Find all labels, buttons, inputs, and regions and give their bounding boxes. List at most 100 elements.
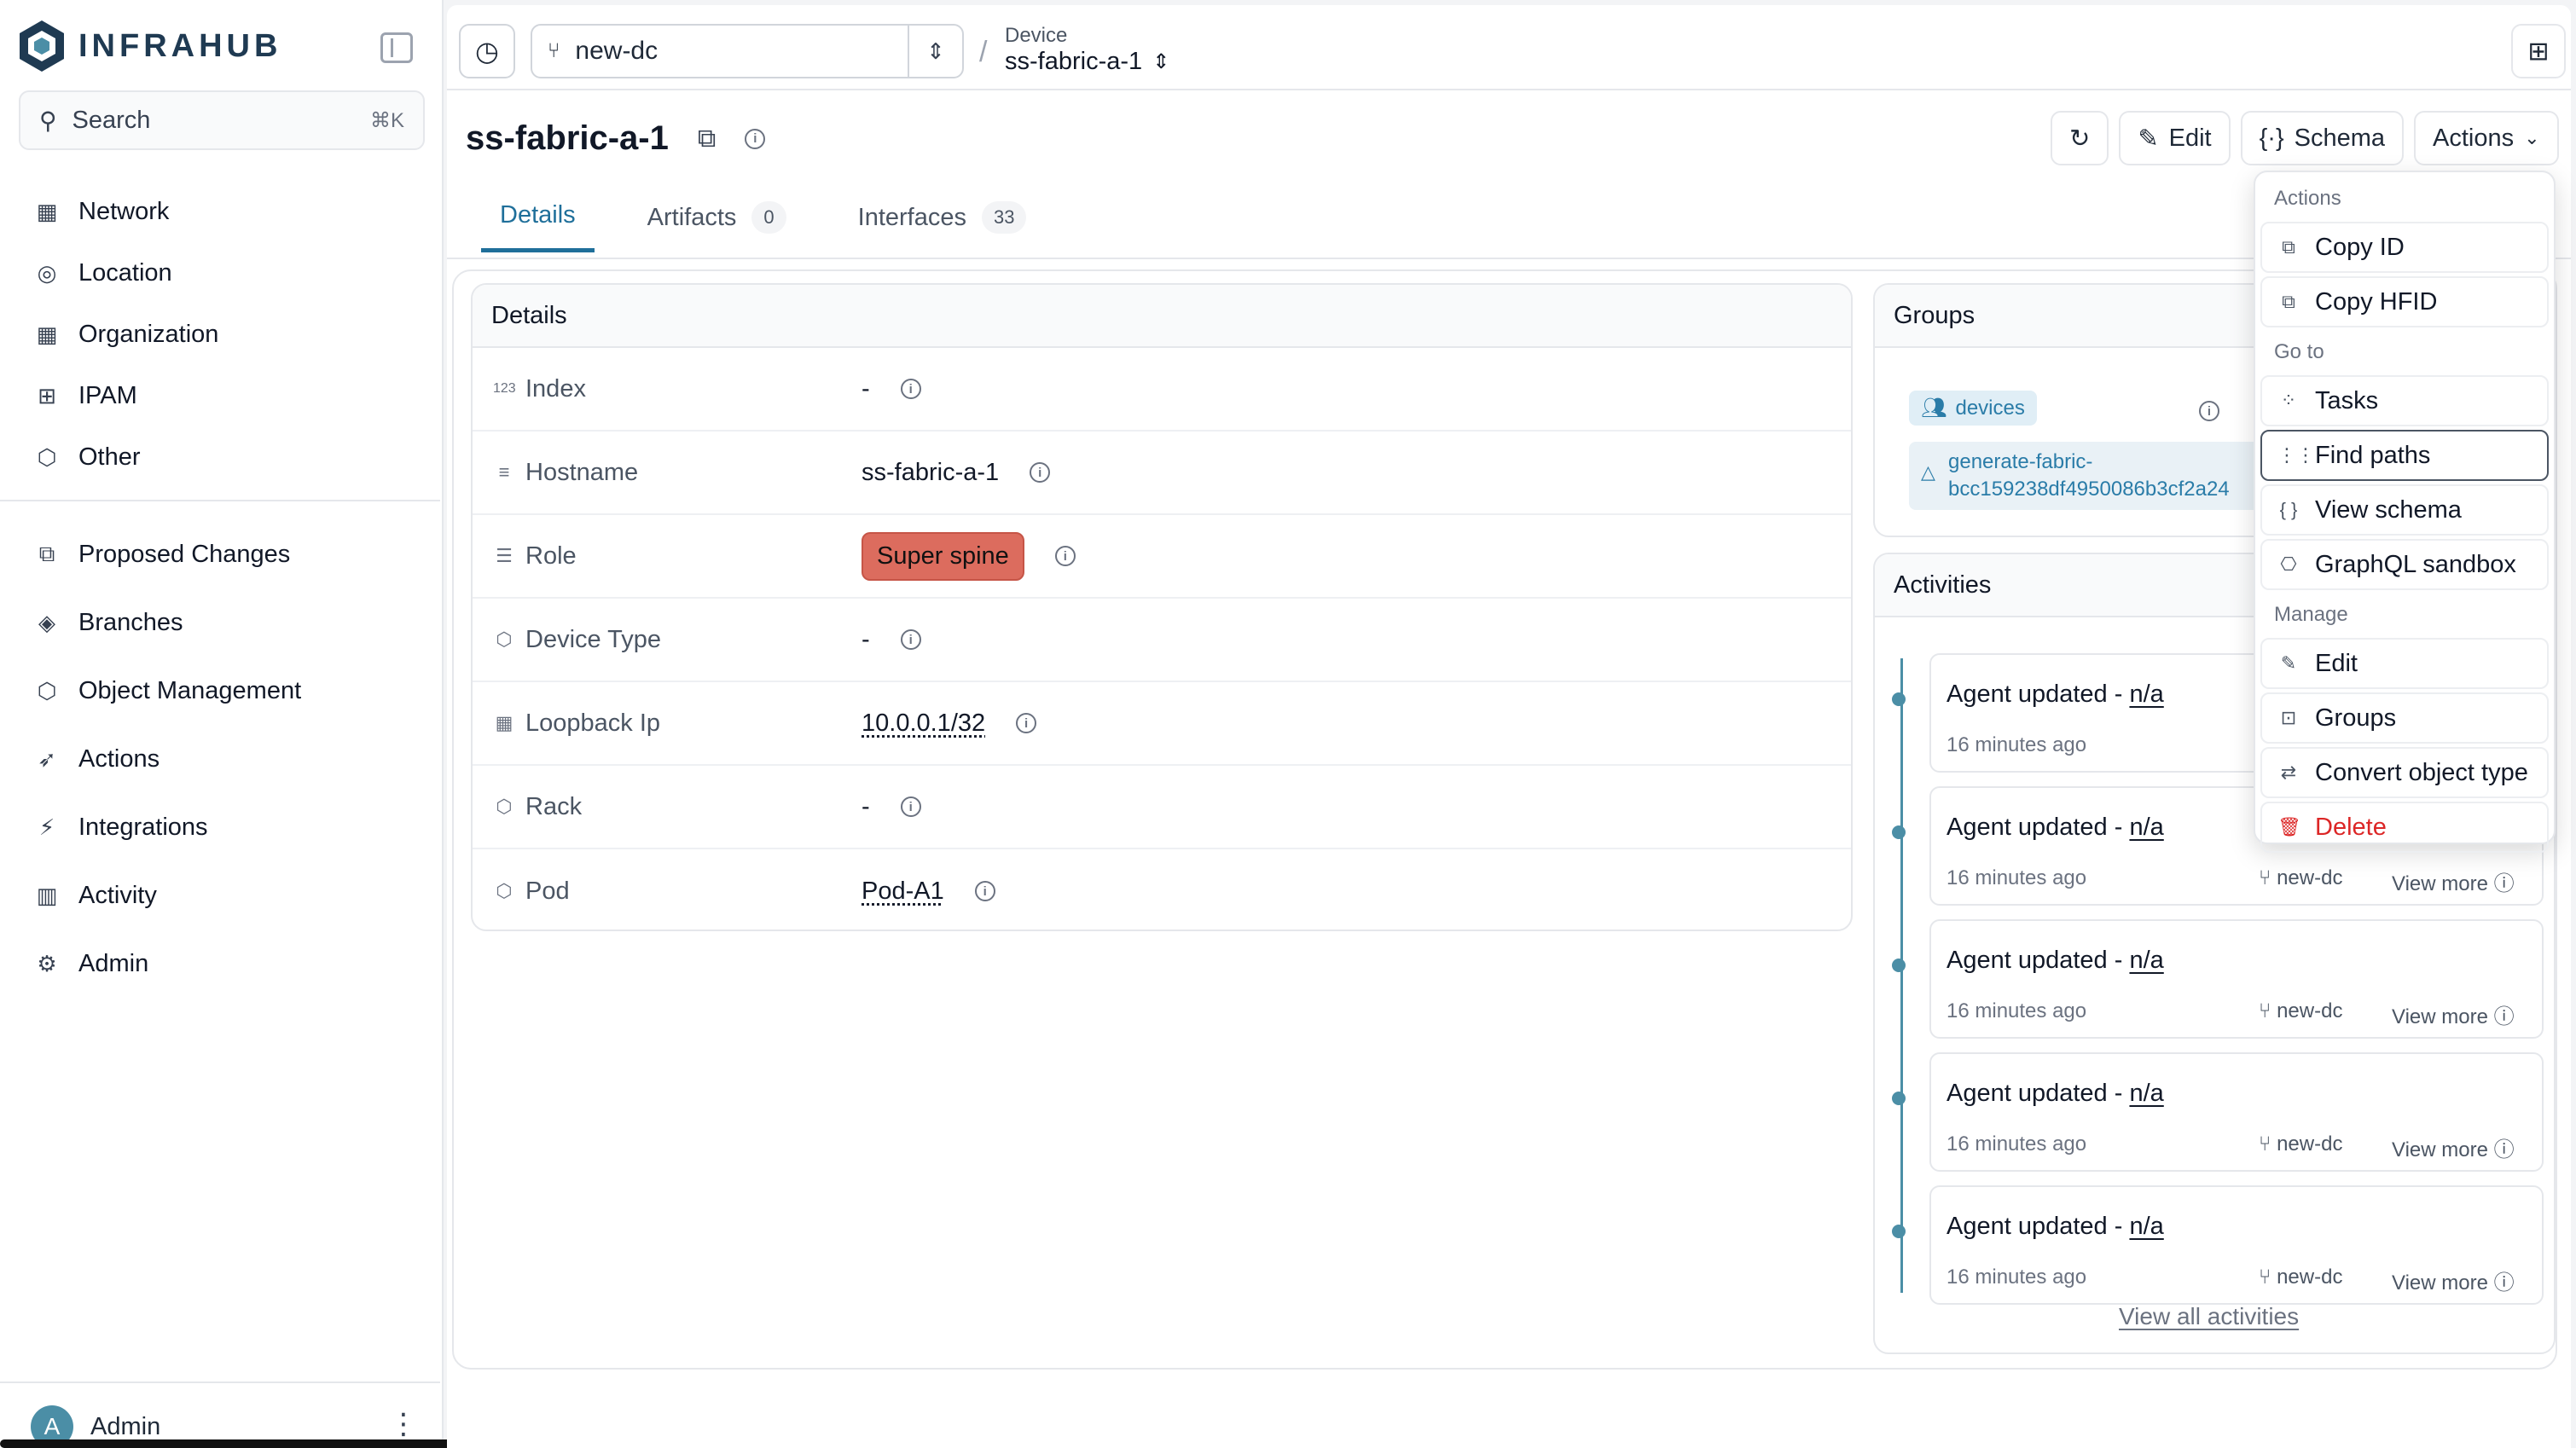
info-icon[interactable]: i: [900, 796, 921, 817]
view-more-link[interactable]: View more ⓘ: [2392, 866, 2515, 896]
sidebar-item-other[interactable]: ⬡ Other: [0, 426, 444, 488]
view-more-link[interactable]: View more ⓘ: [2392, 1132, 2515, 1162]
search-input[interactable]: ⚲ Search ⌘K: [19, 90, 425, 150]
refresh-button[interactable]: ↻: [2051, 111, 2109, 165]
chevron-updown-icon[interactable]: ⇕: [908, 26, 962, 77]
sidebar-item-integrations[interactable]: ⚡ Integrations: [0, 793, 444, 861]
tab-details[interactable]: Details: [481, 201, 595, 252]
logo[interactable]: INFRAHUB: [17, 19, 281, 73]
list-icon: ☰: [496, 545, 513, 566]
group-tag[interactable]: 👥︎ devices: [1909, 391, 2037, 426]
pod-link[interactable]: Pod-A1: [862, 877, 944, 906]
menu-item-copy-hfid[interactable]: ⧉ Copy HFID: [2260, 276, 2549, 327]
cube-icon: ⬡: [37, 677, 57, 704]
menu-item-delete[interactable]: 🗑︎ Delete: [2260, 802, 2549, 853]
layers-icon: ◈: [38, 609, 55, 635]
attribute-label: Loopback Ip: [525, 709, 661, 737]
sidebar-item-admin[interactable]: ⚙ Admin: [0, 930, 444, 998]
activity-user-link[interactable]: n/a: [2129, 1080, 2163, 1107]
view-more-label: View more: [2392, 1271, 2488, 1295]
info-icon[interactable]: i: [974, 881, 995, 901]
activity-user-link[interactable]: n/a: [2129, 681, 2163, 708]
breadcrumb[interactable]: Device ss-fabric-a-1 ⇕: [1005, 24, 1169, 76]
activity-title-text: Agent updated -: [1947, 1080, 2130, 1107]
menu-item-convert-object-type[interactable]: ⇄ Convert object type: [2260, 747, 2549, 798]
activity-branch: ⑂ new-dc: [2259, 866, 2343, 889]
menu-item-view-schema[interactable]: { } View schema: [2260, 484, 2549, 536]
view-more-link[interactable]: View more ⓘ: [2392, 1266, 2515, 1295]
menu-item-graphql-sandbox[interactable]: ⎔ GraphQL sandbox: [2260, 539, 2549, 590]
apps-grid-icon[interactable]: ⊞: [2511, 24, 2566, 78]
copy-icon: ⧉: [2282, 291, 2295, 312]
sidebar-item-activity[interactable]: ▥ Activity: [0, 861, 444, 930]
menu-item-copy-id[interactable]: ⧉ Copy ID: [2260, 222, 2549, 273]
activity-user-link[interactable]: n/a: [2129, 814, 2163, 841]
sidebar-item-branches[interactable]: ◈ Branches: [0, 588, 444, 657]
menu-item-label: Copy ID: [2315, 233, 2405, 261]
more-vertical-icon[interactable]: ⋮: [389, 1407, 418, 1441]
info-icon[interactable]: i: [1030, 462, 1051, 483]
tab-artifacts[interactable]: Artifacts 0: [629, 201, 805, 252]
actions-button[interactable]: Actions ⌄: [2414, 111, 2559, 165]
sidebar-item-network[interactable]: ▦ Network: [0, 181, 444, 242]
breadcrumb-kind: Device: [1005, 24, 1068, 47]
schema-button[interactable]: {·} Schema: [2240, 111, 2405, 165]
attribute-label: Pod: [525, 877, 570, 905]
group-tag[interactable]: △ generate-fabric-bcc159238df4950086b3cf…: [1909, 442, 2293, 510]
sidebar-item-organization[interactable]: ▦ Organization: [0, 304, 444, 365]
breadcrumb-object[interactable]: ss-fabric-a-1 ⇕: [1005, 48, 1169, 76]
info-icon[interactable]: i: [1054, 546, 1076, 566]
branch-selector[interactable]: ⑂ new-dc ⇕: [531, 24, 964, 78]
attribute-value: Pod-A1 i: [862, 877, 995, 906]
attribute-row-hostname: ≡ Hostname ss-fabric-a-1 i: [473, 432, 1851, 515]
info-icon[interactable]: i: [745, 128, 766, 149]
collapse-sidebar-icon[interactable]: [380, 32, 413, 63]
sidebar-item-object-management[interactable]: ⬡ Object Management: [0, 657, 444, 725]
view-all-activities-link[interactable]: View all activities: [2119, 1303, 2299, 1330]
sidebar-item-proposed-changes[interactable]: ⧉ Proposed Changes: [0, 520, 444, 588]
sidebar-item-ipam[interactable]: ⊞ IPAM: [0, 365, 444, 426]
pin-icon: ◎: [37, 259, 57, 286]
activity-title: Agent updated - n/a: [1947, 1080, 2164, 1108]
menu-item-find-paths[interactable]: ⋮⋮ Find paths: [2260, 430, 2549, 481]
activity-user-link[interactable]: n/a: [2129, 1213, 2163, 1240]
sidebar-item-actions[interactable]: ➶ Actions: [0, 725, 444, 793]
menu-item-label: Groups: [2315, 704, 2397, 732]
view-more-label: View more: [2392, 1138, 2488, 1161]
sidebar-item-location[interactable]: ◎ Location: [0, 242, 444, 304]
diff-icon: ⧉: [38, 541, 55, 566]
pencil-icon: ✎: [2280, 652, 2297, 674]
info-icon[interactable]: i: [900, 629, 921, 650]
ip-icon: ▦: [495, 712, 513, 733]
view-more-link[interactable]: View more ⓘ: [2392, 999, 2515, 1029]
activity-branch: ⑂ new-dc: [2259, 999, 2343, 1022]
chevron-down-icon: ⌄: [2524, 127, 2540, 148]
time-travel-button[interactable]: ◷: [459, 24, 515, 78]
info-icon[interactable]: i: [1016, 713, 1037, 733]
activity-title-text: Agent updated -: [1947, 681, 2130, 708]
user-name: Admin: [90, 1412, 161, 1440]
activity-user-link[interactable]: n/a: [2129, 947, 2163, 974]
tab-interfaces[interactable]: Interfaces 33: [839, 201, 1046, 252]
activity-item: Agent updated - n/a 16 minutes ago ⑂ new…: [1892, 1185, 2544, 1305]
tab-label: Artifacts: [647, 203, 737, 231]
tabs-divider: [447, 258, 2571, 259]
menu-item-tasks[interactable]: ⁘ Tasks: [2260, 375, 2549, 426]
copy-icon[interactable]: ⧉: [698, 125, 716, 153]
branch-name: new-dc: [2277, 1132, 2343, 1156]
activity-branch: ⑂ new-dc: [2259, 1132, 2343, 1156]
edit-label: Edit: [2168, 124, 2212, 152]
menu-item-groups[interactable]: ⊡ Groups: [2260, 692, 2549, 744]
attribute-value: 10.0.0.1/32 i: [862, 710, 1037, 738]
info-icon[interactable]: i: [900, 379, 921, 399]
activity-time: 16 minutes ago: [1947, 999, 2087, 1022]
info-icon[interactable]: i: [2199, 401, 2219, 421]
edit-button[interactable]: ✎ Edit: [2119, 111, 2231, 165]
menu-item-label: View schema: [2315, 495, 2462, 524]
loopback-ip-link[interactable]: 10.0.0.1/32: [862, 710, 985, 738]
attribute-value: Super spine i: [862, 531, 1076, 581]
building-icon: ▦: [36, 321, 58, 347]
menu-item-edit[interactable]: ✎ Edit: [2260, 638, 2549, 689]
sidebar-item-label: Proposed Changes: [78, 540, 291, 568]
generator-icon: △: [1921, 461, 1935, 483]
